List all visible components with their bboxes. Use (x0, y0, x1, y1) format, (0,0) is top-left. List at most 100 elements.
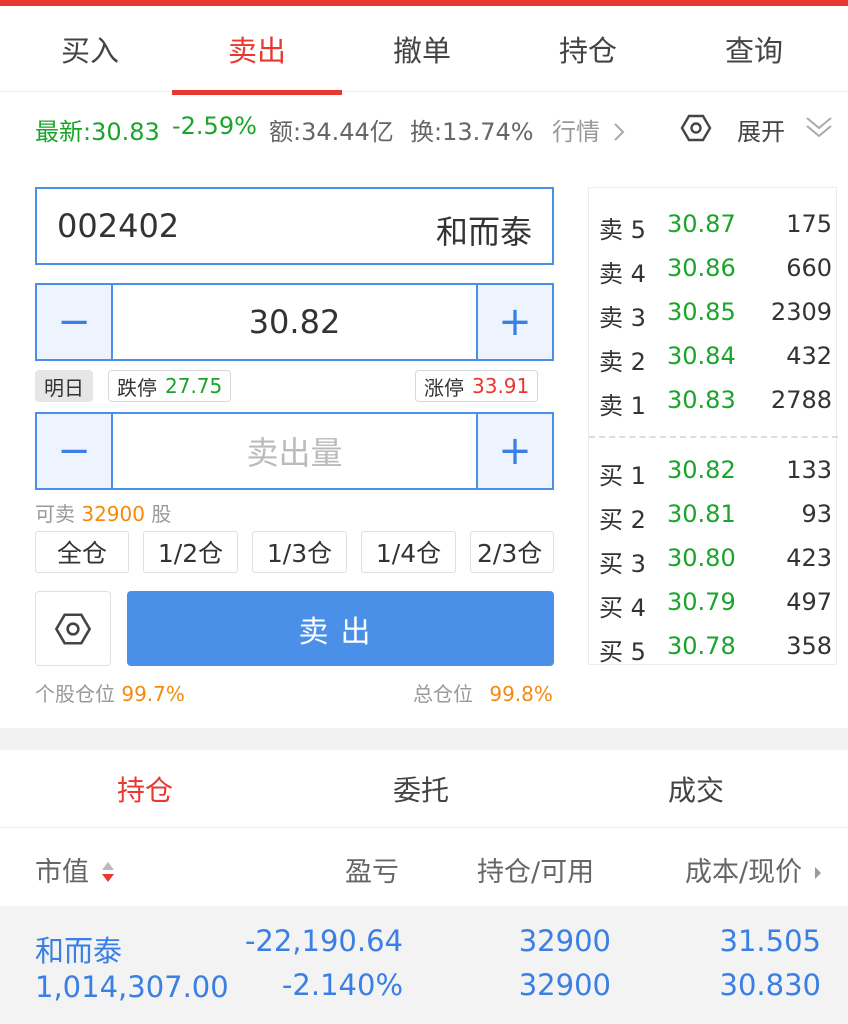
ask-volume: 2788 (770, 386, 832, 414)
expand-button[interactable]: 展开 (737, 112, 785, 147)
ask-label: 卖 2 (599, 348, 646, 376)
stock-name: 和而泰 (435, 213, 532, 251)
tab-holdings[interactable]: 持仓 (504, 6, 672, 92)
tab-cancel[interactable]: 撤单 (338, 6, 506, 92)
turnover-rate: 换:13.74% (410, 118, 534, 146)
limit-up-label: 涨停 (424, 375, 464, 400)
bid-volume: 93 (801, 500, 832, 528)
ask-price: 30.87 (667, 210, 736, 238)
price-increment-button[interactable]: + (476, 285, 552, 359)
total-position: 总仓位 99.8% (413, 678, 553, 707)
ask-price: 30.86 (667, 254, 736, 282)
quantity-decrement-button[interactable]: − (37, 414, 113, 488)
order-book-divider (589, 436, 838, 438)
quantity-input[interactable]: 卖出量 (113, 414, 476, 488)
tab-fills[interactable]: 成交 (555, 750, 837, 828)
double-chevron-down-icon[interactable] (805, 114, 833, 140)
bid-row[interactable]: 买 3 30.80 423 (589, 536, 838, 580)
table-row[interactable]: 和而泰 1,014,307.00 -22,190.64 -2.140% 3290… (0, 906, 848, 1024)
ratio-two-thirds-button[interactable]: 2/3仓 (470, 531, 554, 573)
quote-summary: 最新:30.83 -2.59% 额:34.44亿 换:13.74% 行情 展开 (0, 92, 848, 164)
market-link[interactable]: 行情 (552, 112, 626, 147)
hexagon-settings-icon (54, 612, 92, 645)
ratio-full-button[interactable]: 全仓 (35, 531, 129, 573)
tab-query[interactable]: 查询 (670, 6, 838, 92)
bid-row[interactable]: 买 4 30.79 497 (589, 580, 838, 624)
trade-amount: 额:34.44亿 (269, 118, 394, 146)
bottom-tabs: 持仓 委托 成交 (0, 750, 848, 828)
order-book: 卖 5 30.87 175 卖 4 30.86 660 卖 3 30.85 23… (588, 187, 838, 668)
position-price: 30.830 (719, 968, 821, 1002)
ask-row[interactable]: 卖 3 30.85 2309 (589, 290, 838, 334)
sort-icon (101, 862, 114, 882)
ask-volume: 432 (786, 342, 832, 370)
chevron-right-icon (613, 123, 625, 141)
ask-label: 卖 4 (599, 260, 646, 288)
bid-volume: 497 (786, 588, 832, 616)
header-market-value[interactable]: 市值 (35, 850, 116, 889)
limit-up-tag[interactable]: 涨停 33.91 (415, 370, 539, 402)
bid-volume: 423 (786, 544, 832, 572)
ask-volume: 175 (786, 210, 832, 238)
header-holding[interactable]: 持仓/可用 (477, 850, 594, 889)
bid-price: 30.81 (667, 500, 736, 528)
bid-label: 买 5 (599, 638, 646, 666)
quantity-increment-button[interactable]: + (476, 414, 552, 488)
limit-down-value: 27.75 (165, 374, 223, 398)
ask-row[interactable]: 卖 5 30.87 175 (589, 202, 838, 246)
ask-row[interactable]: 卖 1 30.83 2788 (589, 378, 838, 422)
section-divider (0, 728, 848, 750)
limit-down-tag[interactable]: 跌停 27.75 (108, 370, 232, 402)
bid-price: 30.78 (667, 632, 736, 660)
ask-row[interactable]: 卖 2 30.84 432 (589, 334, 838, 378)
ask-price: 30.84 (667, 342, 736, 370)
header-cost[interactable]: 成本/现价 (685, 850, 823, 889)
bid-label: 买 1 (599, 462, 646, 490)
limit-down-label: 跌停 (117, 375, 157, 400)
bid-row[interactable]: 买 1 30.82 133 (589, 448, 838, 492)
chevron-right-icon (814, 867, 821, 879)
position-pnl-percent: -2.140% (281, 968, 403, 1002)
bid-row[interactable]: 买 5 30.78 358 (589, 624, 838, 668)
tab-positions[interactable]: 持仓 (4, 750, 286, 828)
bid-volume: 133 (786, 456, 832, 484)
available-value: 32900 (81, 502, 145, 526)
latest-price: 最新:30.83 (35, 118, 160, 146)
ask-price: 30.83 (667, 386, 736, 414)
hexagon-settings-icon[interactable] (680, 112, 712, 144)
bid-price: 30.82 (667, 456, 736, 484)
position-market-value: 1,014,307.00 (35, 970, 229, 1004)
ratio-half-button[interactable]: 1/2仓 (143, 531, 238, 573)
next-day-tag[interactable]: 明日 (35, 370, 93, 402)
ask-label: 卖 1 (599, 392, 646, 420)
price-stepper: − 30.82 + (35, 283, 554, 361)
bid-row[interactable]: 买 2 30.81 93 (589, 492, 838, 536)
tab-sell[interactable]: 卖出 (173, 6, 341, 92)
available-suffix: 股 (151, 502, 172, 526)
price-input[interactable]: 30.82 (113, 285, 476, 359)
market-link-label: 行情 (552, 118, 600, 146)
position-available: 32900 (518, 968, 611, 1002)
position-holding: 32900 (518, 924, 611, 958)
ask-volume: 2309 (770, 298, 832, 326)
positions-table-header: 市值 盈亏 持仓/可用 成本/现价 (0, 828, 848, 906)
ask-volume: 660 (786, 254, 832, 282)
sell-button[interactable]: 卖出 (127, 591, 554, 666)
ask-label: 卖 3 (599, 304, 646, 332)
ratio-quarter-button[interactable]: 1/4仓 (361, 531, 456, 573)
total-position-value: 99.8% (489, 682, 553, 706)
ask-row[interactable]: 卖 4 30.86 660 (589, 246, 838, 290)
order-settings-button[interactable] (35, 591, 111, 666)
position-stock-name: 和而泰 (35, 934, 123, 968)
stock-position-label: 个股仓位 (35, 682, 115, 706)
change-percent: -2.59% (172, 112, 257, 140)
stock-code-input[interactable]: 002402 和而泰 (35, 187, 554, 265)
tab-orders[interactable]: 委托 (280, 750, 562, 828)
bid-label: 买 2 (599, 506, 646, 534)
bid-label: 买 3 (599, 550, 646, 578)
header-pnl[interactable]: 盈亏 (345, 850, 399, 889)
ratio-third-button[interactable]: 1/3仓 (252, 531, 347, 573)
header-market-value-label: 市值 (35, 857, 89, 888)
price-decrement-button[interactable]: − (37, 285, 113, 359)
tab-buy[interactable]: 买入 (6, 6, 174, 92)
